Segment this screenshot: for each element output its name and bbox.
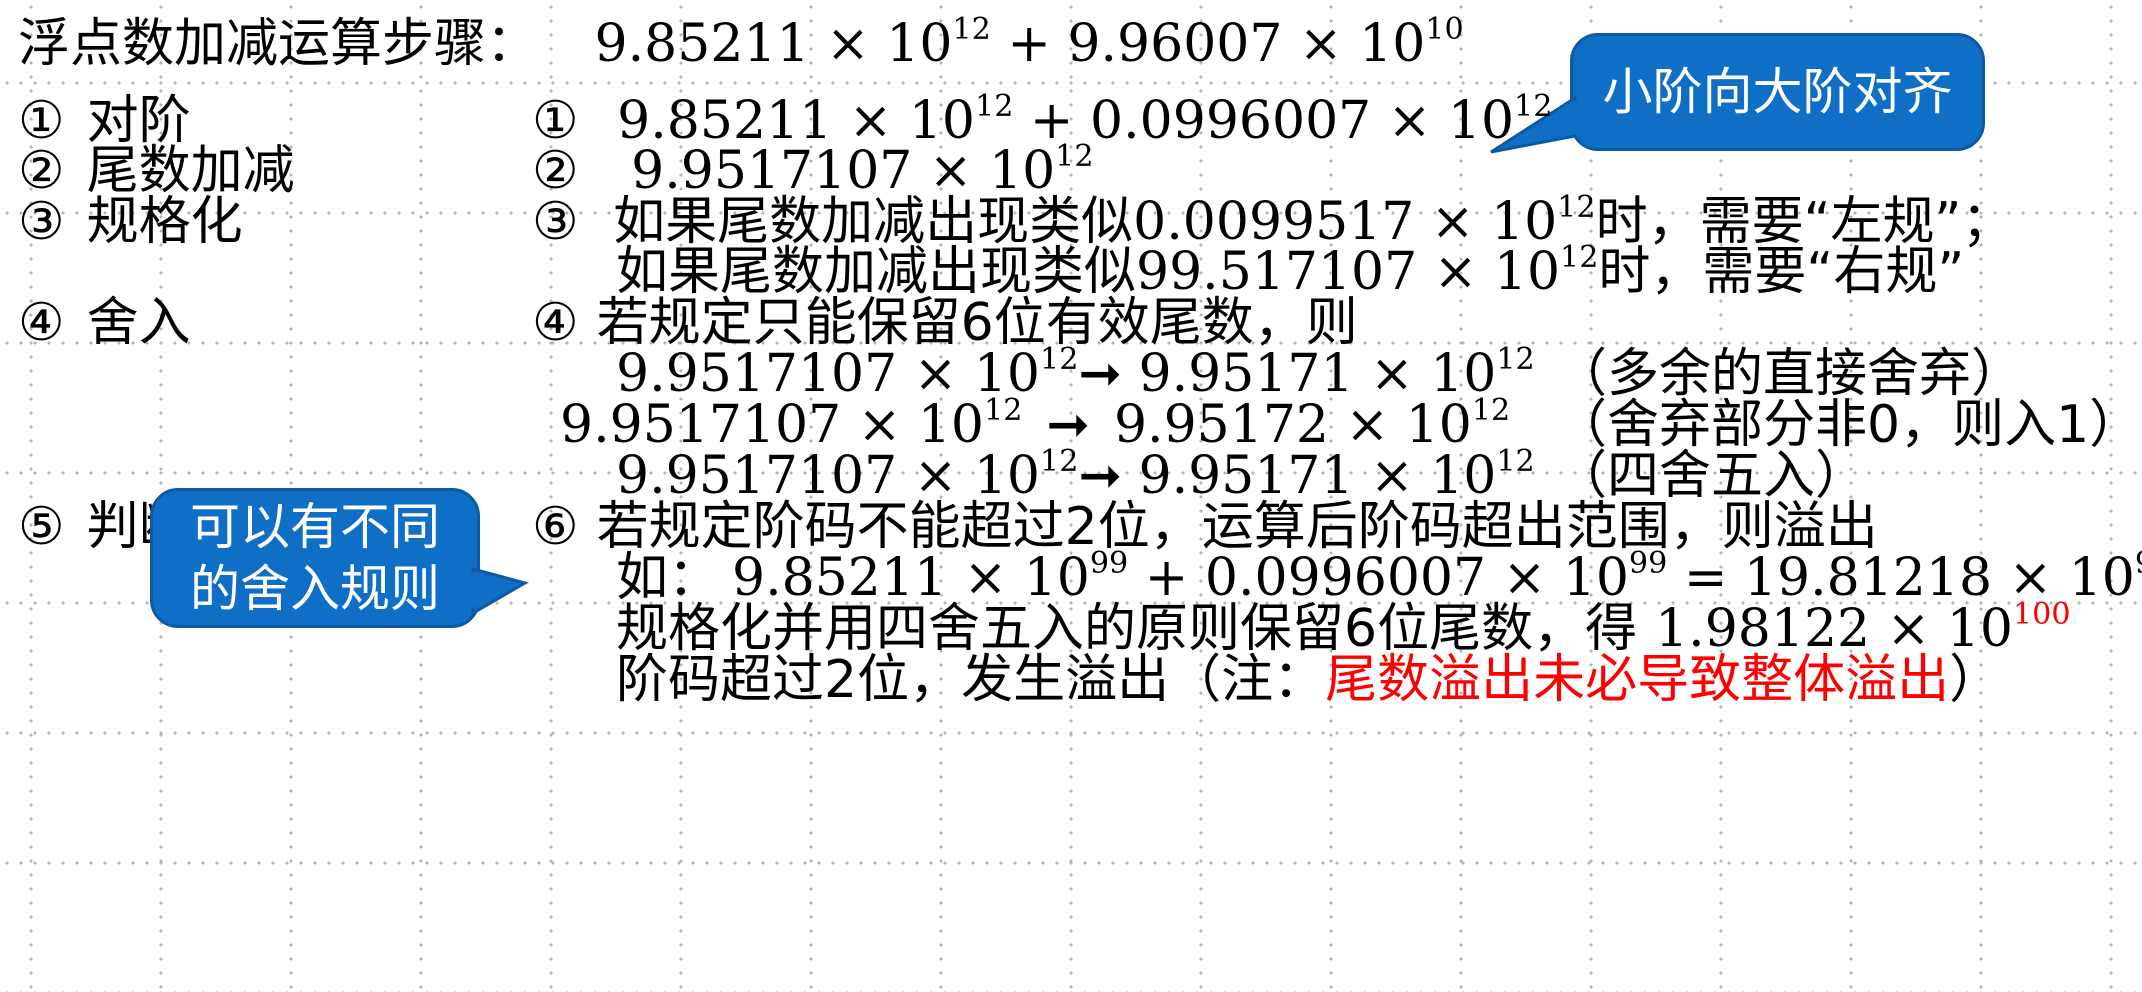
rounding-note-round-up: （舍弃部分非0，则入1） (1555, 395, 2142, 455)
rounding-note-half-up: （四舍五入） (1555, 446, 1868, 506)
rounding-note-truncate: （多余的直接舍弃） (1555, 344, 2024, 404)
step-1: ① 对阶 (18, 91, 191, 151)
title-label: 浮点数加减运算步骤： (18, 14, 539, 74)
overflow-note-highlight: 尾数溢出未必导致整体溢出 (1325, 650, 1950, 710)
page-title: 浮点数加减运算步骤： 9.85211 × 1012 + 9.96007 × 10… (18, 15, 1464, 70)
overflow-exponent: 100 (2012, 597, 2071, 633)
detail-step-3-line2: 如果尾数加减出现类似99.517107 × 1012时，需要“右规” (616, 240, 1965, 302)
callout-rounding-pointer (470, 567, 529, 616)
rounding-row-round-up: 9.9517107 × 1012 ➞ 9.95172 × 1012 (560, 393, 1511, 455)
rounding-row-half-up: 9.9517107 × 1012➞ 9.95171 × 1012 (616, 444, 1535, 506)
overflow-conclusion: 阶码超过2位，发生溢出（注：尾数溢出未必导致整体溢出） (616, 650, 2002, 710)
step-2: ② 尾数加减 (18, 141, 295, 201)
callout-align-text: 小阶向大阶对齐 (1602, 62, 1953, 121)
callout-rounding: 可以有不同 的舍入规则 (150, 488, 529, 628)
detail-step-2: ② 9.9517107 × 1012 (532, 139, 1094, 201)
rounding-row-truncate: 9.9517107 × 1012➞ 9.95171 × 1012 (616, 342, 1535, 404)
step-3: ③ 规格化 (18, 192, 243, 252)
callout-align: 小阶向大阶对齐 (1490, 33, 1985, 154)
overflow-example: 如： 9.85211 × 1099 + 0.0996007 × 1099 = 19… (616, 546, 2142, 608)
detail-step-4: ④ 若规定只能保留6位有效尾数，则 (532, 293, 1358, 353)
detail-step-1: ① 9.85211 × 1012 + 0.0996007 × 1012 (532, 89, 1553, 151)
title-expression: 9.85211 × 1012 + 9.96007 × 1010 (594, 12, 1464, 74)
detail-step-3: ③ 如果尾数加减出现类似0.0099517 × 1012时，需要“左规”； (532, 190, 2014, 252)
overflow-normalized: 规格化并用四舍五入的原则保留6位尾数，得 1.98122 × 10100 (616, 597, 2071, 659)
detail-step-5: ⑥ 若规定阶码不能超过2位，运算后阶码超出范围，则溢出 (532, 497, 1878, 557)
step-4: ④ 舍入 (18, 293, 191, 353)
callout-rounding-line1: 可以有不同 (190, 497, 440, 556)
callout-rounding-line2: 的舍入规则 (190, 560, 440, 618)
